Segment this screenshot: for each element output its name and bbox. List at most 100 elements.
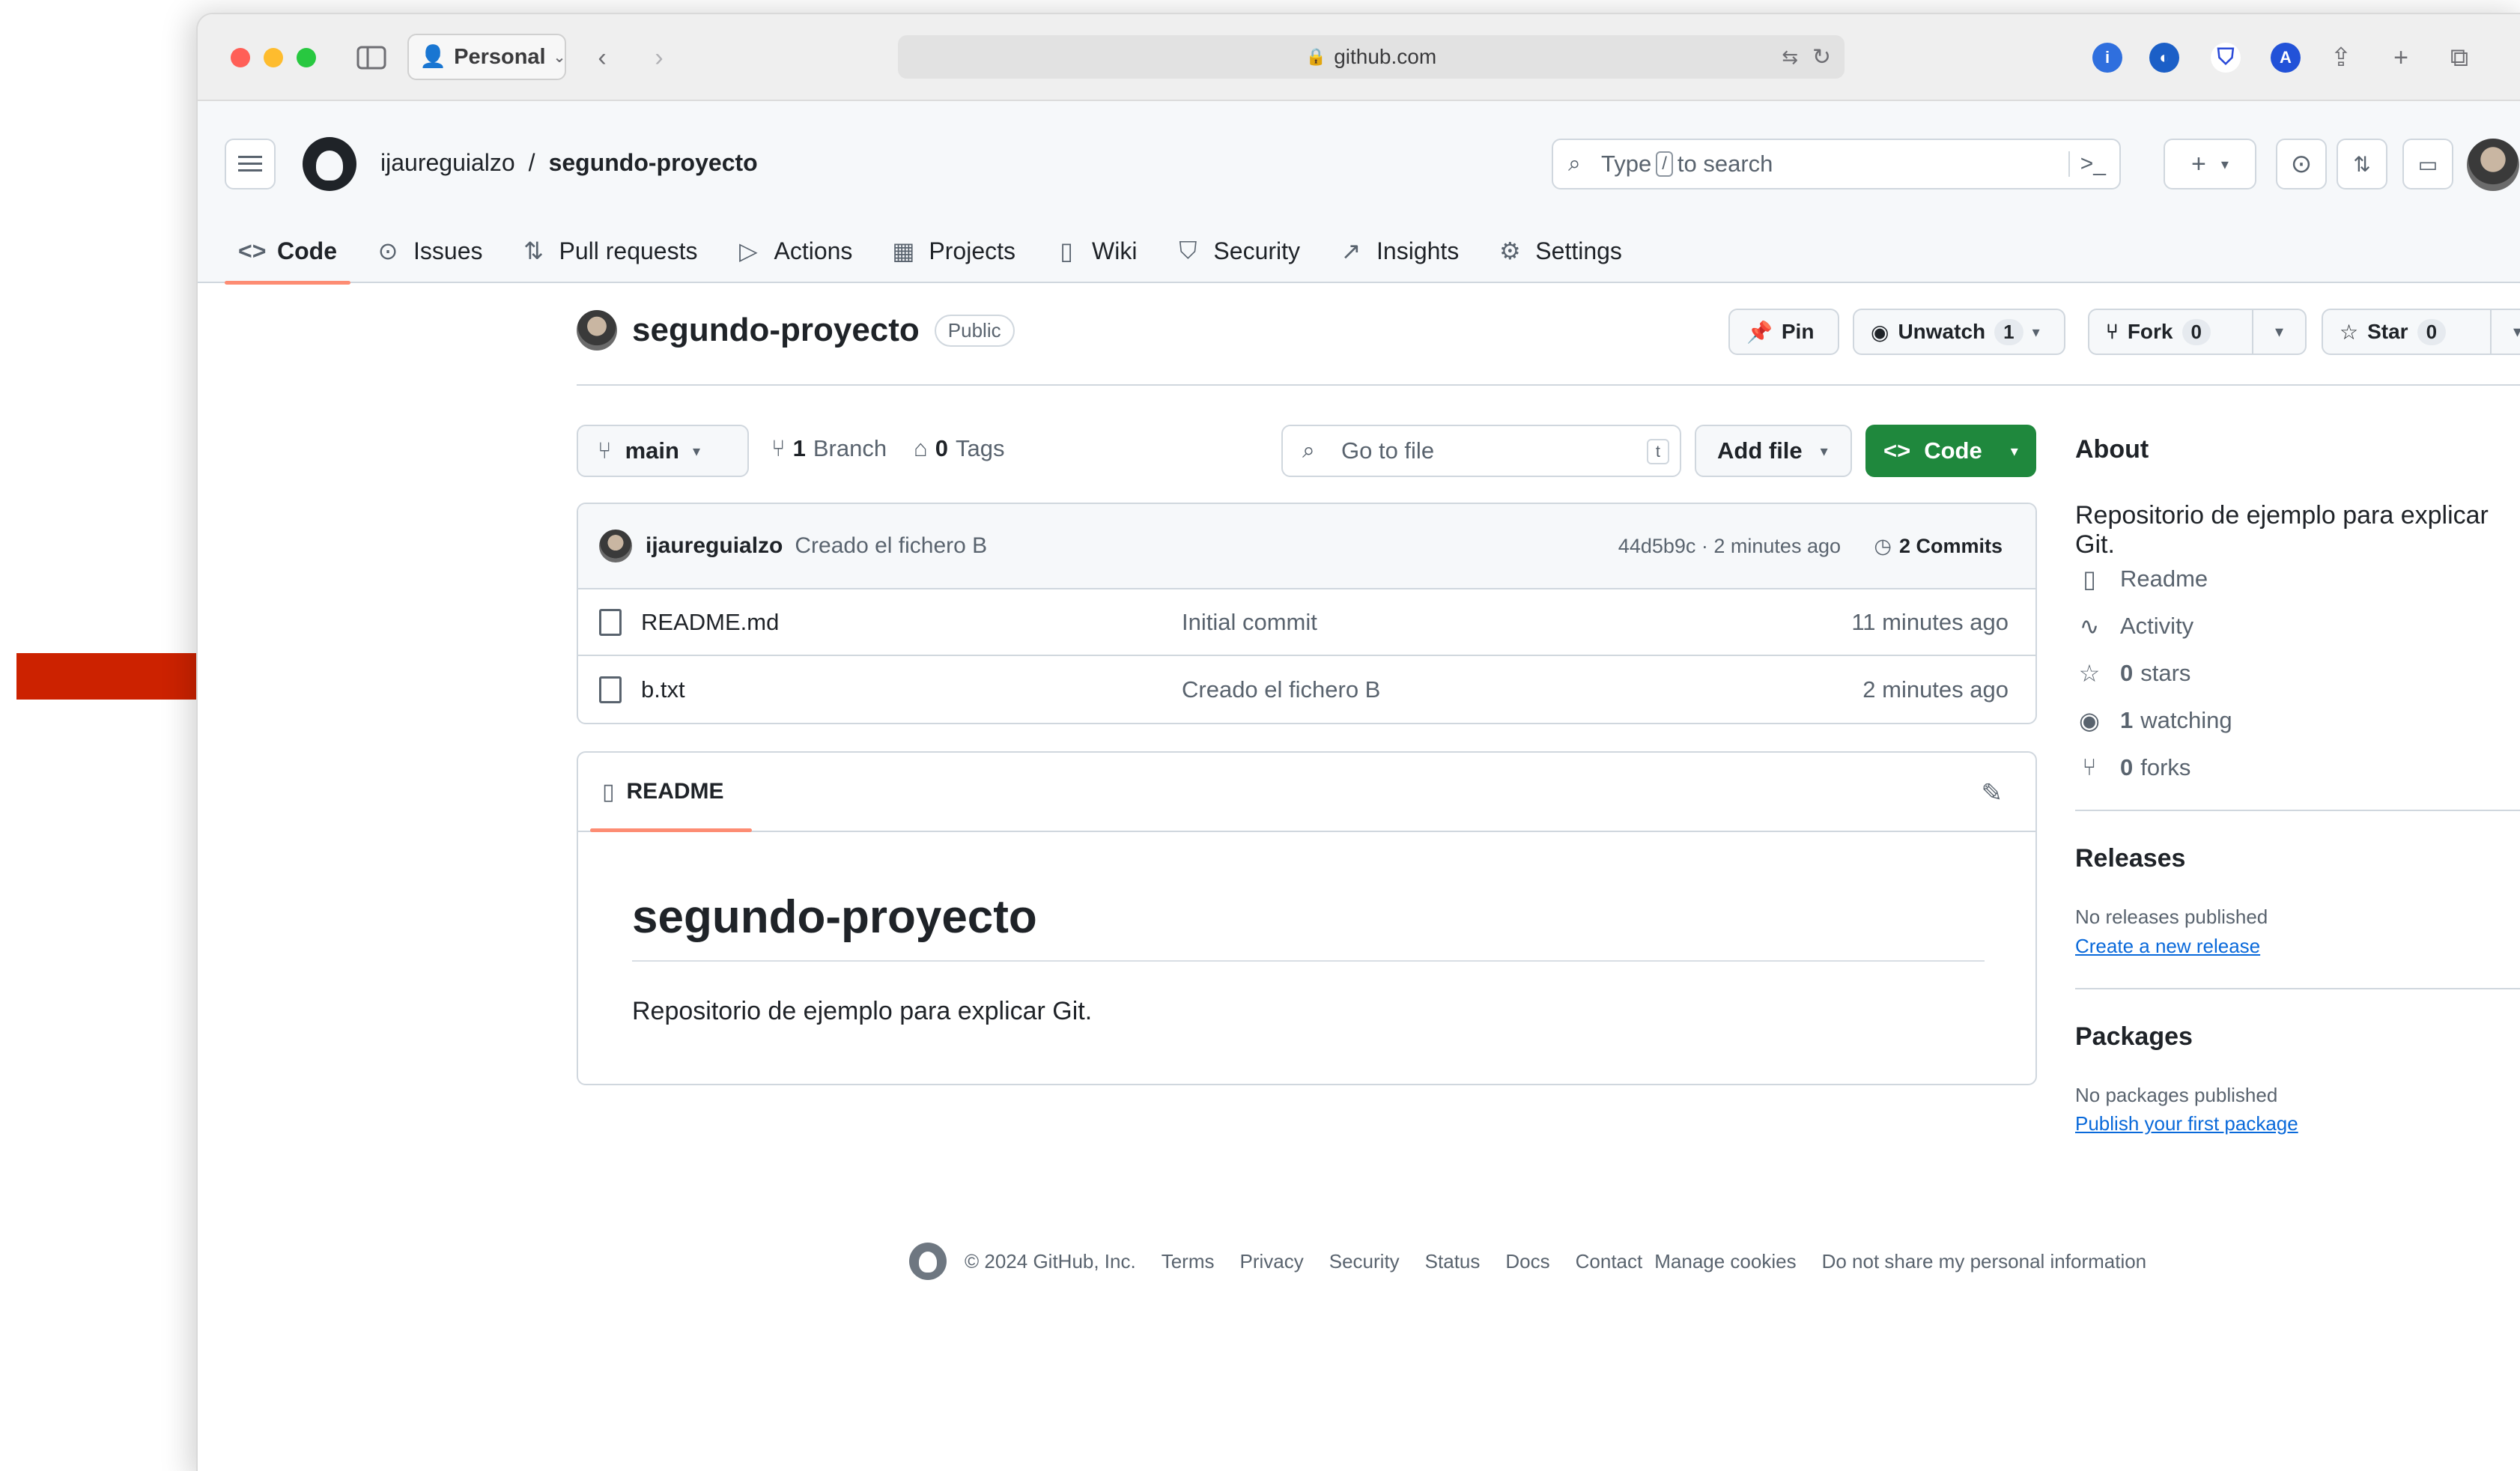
watching-link[interactable]: ◉ 1 watching: [2075, 706, 2232, 735]
book-icon: ▯: [2083, 565, 2096, 592]
pencil-icon[interactable]: ✎: [1982, 778, 2003, 808]
repo-link[interactable]: segundo-proyecto: [549, 149, 758, 177]
issues-header-button[interactable]: ⊙: [2276, 139, 2327, 189]
file-table: ijaureguialzo Creado el fichero B 44d5b9…: [577, 503, 2037, 724]
code-button[interactable]: <> Code ▾: [1865, 425, 2036, 477]
back-icon[interactable]: ‹: [587, 43, 617, 73]
add-file-button[interactable]: Add file ▾: [1695, 425, 1852, 477]
owner-link[interactable]: ijaureguialzo: [380, 149, 515, 177]
tab-wiki[interactable]: ▯ Wiki: [1039, 218, 1150, 284]
branches-link[interactable]: ⑂ 1 Branch: [771, 435, 887, 462]
footer-link-docs[interactable]: Docs: [1505, 1250, 1549, 1273]
unwatch-label: Unwatch: [1898, 320, 1986, 343]
tab-actions[interactable]: ▷ Actions: [721, 218, 866, 284]
browser-extension-icon[interactable]: ◐: [2149, 43, 2179, 73]
publish-package-link[interactable]: Publish your first package: [2075, 1112, 2298, 1135]
play-icon: ▷: [739, 237, 758, 264]
file-name[interactable]: b.txt: [641, 676, 1182, 703]
footer-link-status[interactable]: Status: [1425, 1250, 1481, 1273]
pull-requests-header-button[interactable]: ⇅: [2337, 139, 2387, 189]
commits-link[interactable]: ◷ 2 Commits: [1874, 535, 2003, 558]
inbox-header-button[interactable]: ▭: [2402, 139, 2453, 189]
pin-button[interactable]: 📌 Pin: [1728, 309, 1839, 355]
commit-sha-time[interactable]: 44d5b9c · 2 minutes ago: [1618, 535, 1841, 558]
password-extension-icon[interactable]: i: [2092, 43, 2122, 73]
fork-button[interactable]: ⑂ Fork 0 ▾: [2088, 309, 2307, 355]
shield-extension-icon[interactable]: ⛉: [2211, 43, 2241, 73]
file-commit-message[interactable]: Initial commit: [1182, 609, 1317, 636]
stars-count: 0: [2120, 660, 2134, 686]
commit-message[interactable]: Creado el fichero B: [795, 533, 987, 559]
star-dropdown[interactable]: ▾: [2490, 310, 2520, 354]
tab-settings[interactable]: ⚙ Settings: [1483, 218, 1636, 284]
share-icon[interactable]: ⇪: [2326, 43, 2356, 73]
star-button[interactable]: ☆ Star 0 ▾: [2322, 309, 2520, 355]
profile-selector[interactable]: 👤 Personal ⌄: [407, 34, 566, 80]
repo-owner-avatar[interactable]: [577, 310, 617, 351]
hamburger-icon: [238, 156, 262, 172]
forks-count: 0: [2120, 753, 2134, 780]
create-release-link[interactable]: Create a new release: [2075, 935, 2260, 958]
commit-author-avatar[interactable]: [599, 530, 632, 562]
footer-link-do-not-share[interactable]: Do not share my personal information: [1822, 1250, 2147, 1273]
packages-heading[interactable]: Packages: [2075, 1022, 2193, 1052]
reload-icon[interactable]: ↻: [1812, 44, 1831, 70]
forward-icon[interactable]: ›: [644, 43, 674, 73]
eye-icon: ◉: [1871, 320, 1889, 344]
github-logo-icon[interactable]: [303, 137, 356, 191]
tab-overview-icon[interactable]: ⧉: [2444, 43, 2474, 73]
sidebar-toggle-icon[interactable]: [355, 43, 388, 73]
minimize-window-button[interactable]: [264, 48, 283, 67]
tab-security[interactable]: ⛉ Security: [1161, 218, 1314, 284]
readme-panel: ▯ README ✎ segundo-proyecto Repositorio …: [577, 751, 2037, 1085]
command-palette-icon[interactable]: >_: [2068, 151, 2106, 177]
tab-issues[interactable]: ⊙ Issues: [361, 218, 496, 284]
code-label: Code: [1924, 437, 1982, 464]
file-name[interactable]: README.md: [641, 609, 1182, 636]
close-window-button[interactable]: [231, 48, 250, 67]
footer-link-manage-cookies[interactable]: Manage cookies: [1654, 1250, 1796, 1273]
commit-author[interactable]: ijaureguialzo: [646, 533, 783, 559]
translate-icon[interactable]: ⇆: [1782, 46, 1798, 69]
tab-label: Actions: [774, 237, 853, 264]
user-avatar[interactable]: [2467, 139, 2519, 191]
search-input[interactable]: ⌕ Type / to search >_: [1552, 139, 2121, 189]
tab-code[interactable]: <> Code: [225, 218, 350, 285]
tab-projects[interactable]: ▦ Projects: [876, 218, 1029, 284]
file-commit-message[interactable]: Creado el fichero B: [1182, 676, 1380, 703]
branches-label: Branch: [813, 435, 887, 461]
tags-link[interactable]: ⌂ 0 Tags: [914, 435, 1004, 462]
table-row[interactable]: README.md Initial commit 11 minutes ago: [578, 589, 2035, 656]
caret-down-icon: ▾: [2220, 156, 2229, 173]
fork-dropdown[interactable]: ▾: [2252, 310, 2305, 354]
file-commit-time: 11 minutes ago: [1851, 608, 2009, 635]
footer-link-contact[interactable]: Contact: [1576, 1250, 1643, 1273]
account-extension-icon[interactable]: A: [2271, 43, 2301, 73]
go-to-file-input[interactable]: ⌕ Go to file t: [1281, 425, 1681, 477]
table-row[interactable]: b.txt Creado el fichero B 2 minutes ago: [578, 656, 2035, 723]
caret-down-icon: ▾: [2010, 443, 2018, 460]
new-tab-icon[interactable]: +: [2386, 43, 2416, 73]
releases-heading[interactable]: Releases: [2075, 844, 2185, 873]
footer-link-privacy[interactable]: Privacy: [1240, 1250, 1304, 1273]
menu-button[interactable]: [225, 139, 276, 189]
issue-icon: ⊙: [2290, 150, 2313, 178]
activity-link[interactable]: ∿ Activity: [2075, 612, 2194, 640]
readme-tab[interactable]: ▯ README ✎: [578, 753, 2035, 832]
footer-link-security[interactable]: Security: [1329, 1250, 1400, 1273]
unwatch-button[interactable]: ◉ Unwatch 1 ▾: [1853, 309, 2065, 355]
zoom-window-button[interactable]: [297, 48, 316, 67]
forks-link[interactable]: ⑂ 0 forks: [2075, 753, 2190, 781]
github-logo-icon[interactable]: [909, 1243, 947, 1280]
readme-link[interactable]: ▯ Readme: [2075, 565, 2208, 593]
tab-pull-requests[interactable]: ⇅ Pull requests: [506, 218, 711, 284]
latest-commit-row: ijaureguialzo Creado el fichero B 44d5b9…: [578, 504, 2035, 589]
search-icon: ⌕: [1568, 151, 1581, 176]
github-header: ijaureguialzo / segundo-proyecto ⌕ Type …: [198, 101, 2520, 285]
branch-selector[interactable]: ⑂ main ▾: [577, 425, 749, 477]
create-new-button[interactable]: + ▾: [2164, 139, 2256, 189]
footer-link-terms[interactable]: Terms: [1162, 1250, 1215, 1273]
address-bar[interactable]: 🔒 github.com ⇆ ↻: [898, 35, 1845, 79]
tab-insights[interactable]: ↗ Insights: [1324, 218, 1472, 284]
stars-link[interactable]: ☆ 0 stars: [2075, 659, 2191, 688]
